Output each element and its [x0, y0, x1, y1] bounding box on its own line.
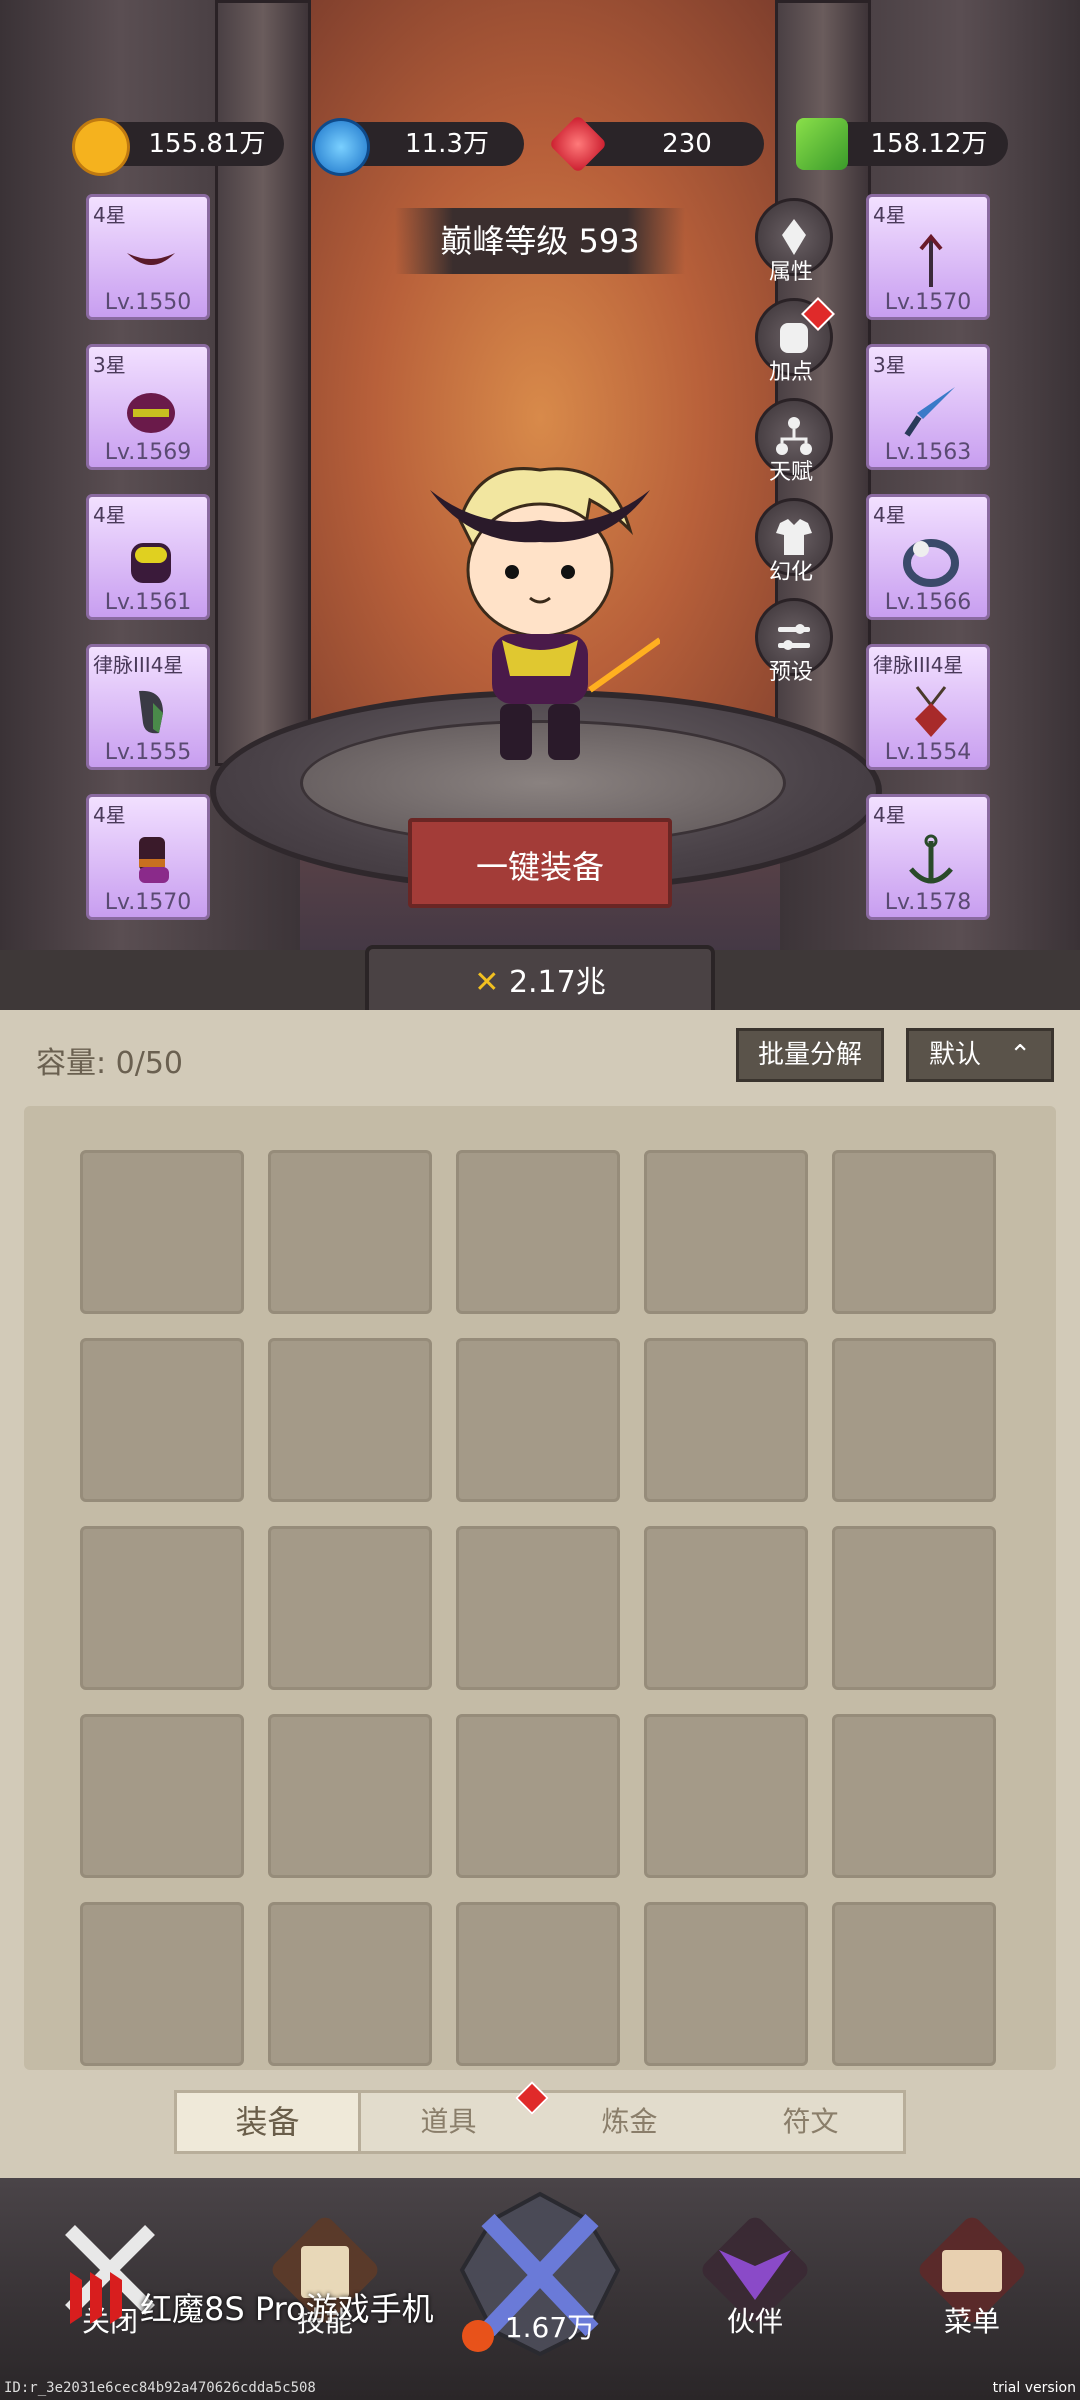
id-text: ID:r_3e2031e6cec84b92a470626cdda5c508	[4, 2380, 316, 2396]
slot-level: Lv.1550	[104, 290, 192, 315]
tab-equipment[interactable]: 装备	[177, 2093, 361, 2151]
slot-level: Lv.1566	[884, 590, 972, 615]
equip-slot-amulet[interactable]: 律脉III4星 Lv.1554	[866, 644, 990, 770]
combat-power-value: 2.17兆	[508, 965, 606, 1000]
chevron-up-icon: ⌃	[1009, 1040, 1032, 1070]
inventory-slot[interactable]	[80, 1150, 244, 1314]
tab-alchemy[interactable]: 炼金	[539, 2093, 720, 2151]
equip-slot-armor[interactable]: 4星 Lv.1561	[86, 494, 210, 620]
peak-level-banner: 巅峰等级 593	[395, 208, 685, 274]
talent-label: 天赋	[768, 460, 813, 485]
slot-star: 律脉III4星	[93, 653, 184, 677]
preset-label: 预设	[768, 660, 813, 685]
inventory-slot[interactable]	[644, 1902, 808, 2066]
slot-star: 4星	[873, 503, 906, 527]
boots-icon	[139, 837, 169, 883]
slot-level: Lv.1561	[104, 590, 192, 615]
slot-star: 4星	[93, 203, 126, 227]
slot-level: Lv.1570	[104, 890, 192, 915]
inventory-slot[interactable]	[456, 1714, 620, 1878]
equip-slot-trident[interactable]: 4星 Lv.1570	[866, 194, 990, 320]
trident-icon	[919, 233, 943, 287]
hero-character[interactable]	[420, 450, 660, 780]
slot-level: Lv.1569	[104, 440, 192, 465]
nav-battle-value[interactable]: 1.67万	[480, 2306, 620, 2346]
slot-level: Lv.1555	[104, 740, 192, 765]
slot-level: Lv.1578	[884, 890, 972, 915]
slot-star: 4星	[873, 203, 906, 227]
inventory-slot[interactable]	[268, 1150, 432, 1314]
inventory-slot[interactable]	[80, 1526, 244, 1690]
inventory-slot[interactable]	[832, 1902, 996, 2066]
cash-icon	[796, 118, 848, 170]
inventory-slot[interactable]	[268, 1902, 432, 2066]
inventory-slot[interactable]	[268, 1526, 432, 1690]
amulet-icon	[915, 686, 947, 737]
inventory-slot[interactable]	[832, 1526, 996, 1690]
batch-decompose-button[interactable]: 批量分解	[736, 1028, 884, 1082]
gold-icon	[72, 118, 130, 176]
slot-star: 4星	[873, 803, 906, 827]
inventory-slot[interactable]	[456, 1902, 620, 2066]
inventory-slot[interactable]	[644, 1150, 808, 1314]
inventory-slot[interactable]	[832, 1338, 996, 1502]
inventory-slot[interactable]	[80, 1714, 244, 1878]
trial-text: trial version	[992, 2380, 1076, 2396]
equip-slot-helmet[interactable]: 3星 Lv.1569	[86, 344, 210, 470]
equip-slot-gauntlet[interactable]: 律脉III4星 Lv.1555	[86, 644, 210, 770]
slot-star: 3星	[873, 353, 906, 377]
diamond-blue-icon	[312, 118, 370, 176]
slot-level: Lv.1563	[884, 440, 972, 465]
equip-slot-anchor[interactable]: 4星 Lv.1578	[866, 794, 990, 920]
inventory-slot[interactable]	[456, 1150, 620, 1314]
equip-all-button[interactable]: 一键装备	[408, 818, 672, 908]
sort-default-button[interactable]: 默认 ⌃	[906, 1028, 1054, 1082]
slot-level: Lv.1554	[884, 740, 972, 765]
ruby-counter[interactable]: 230	[578, 122, 764, 166]
capacity-text: 容量: 0/50	[36, 1046, 184, 1081]
inventory-slot[interactable]	[80, 1902, 244, 2066]
inventory-slot[interactable]	[268, 1714, 432, 1878]
slot-star: 4星	[93, 803, 126, 827]
device-watermark: 红魔8S Pro游戏手机	[140, 2290, 434, 2328]
inventory-slot[interactable]	[644, 1526, 808, 1690]
helmet-icon	[127, 393, 175, 433]
horns-icon	[127, 253, 175, 265]
inventory-slot[interactable]	[832, 1150, 996, 1314]
equip-slot-boots[interactable]: 4星 Lv.1570	[86, 794, 210, 920]
left-pillar	[215, 0, 311, 766]
inventory-slot[interactable]	[456, 1338, 620, 1502]
inventory-slot[interactable]	[80, 1338, 244, 1502]
armor-icon	[131, 543, 171, 583]
inventory-slot[interactable]	[268, 1338, 432, 1502]
transmog-label: 幻化	[768, 560, 813, 585]
inventory-slot[interactable]	[832, 1714, 996, 1878]
nav-menu-label[interactable]: 菜单	[902, 2300, 1042, 2340]
attributes-label: 属性	[768, 260, 813, 285]
equip-slot-ring[interactable]: 4星 Lv.1566	[866, 494, 990, 620]
slot-star: 4星	[93, 503, 126, 527]
slot-star: 律脉III4星	[873, 653, 964, 677]
slot-star: 3星	[93, 353, 126, 377]
equip-slot-dagger[interactable]: 3星 Lv.1563	[866, 344, 990, 470]
equip-slot-horns[interactable]: 4星 Lv.1550	[86, 194, 210, 320]
slot-level: Lv.1570	[884, 290, 972, 315]
tab-items[interactable]: 道具	[358, 2093, 539, 2151]
inventory-slot[interactable]	[644, 1714, 808, 1878]
crossed-swords-icon: ✕	[474, 965, 500, 1000]
inventory-slot[interactable]	[644, 1338, 808, 1502]
sort-label: 默认	[929, 1040, 982, 1070]
anchor-icon	[909, 834, 953, 884]
redmagic-logo-icon	[70, 2272, 122, 2324]
tab-runes[interactable]: 符文	[720, 2093, 901, 2151]
dagger-icon	[904, 387, 955, 437]
add-points-label: 加点	[768, 360, 813, 385]
gauntlet-icon	[139, 690, 163, 734]
nav-partner-label[interactable]: 伙伴	[685, 2300, 825, 2340]
ring-icon	[903, 539, 959, 587]
inventory-slot[interactable]	[456, 1526, 620, 1690]
